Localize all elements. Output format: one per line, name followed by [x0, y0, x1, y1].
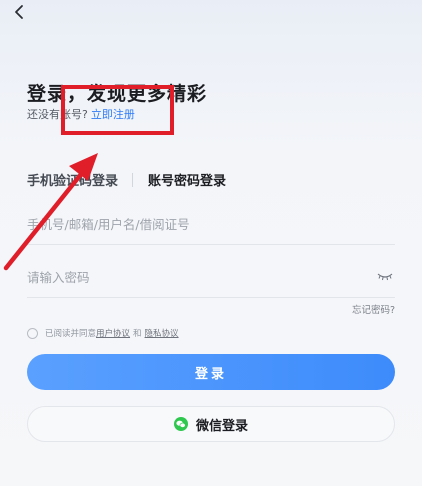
register-prompt-text: 还没有账号? — [27, 108, 88, 121]
account-input[interactable] — [27, 204, 395, 244]
register-prompt: 还没有账号? 立即注册 — [27, 106, 135, 122]
password-field — [27, 257, 395, 298]
agreement-radio[interactable] — [27, 327, 38, 339]
forgot-password-link[interactable]: 忘记密码? — [352, 302, 395, 316]
chevron-left-icon — [15, 5, 23, 19]
register-link[interactable]: 立即注册 — [91, 108, 135, 121]
eye-closed-icon[interactable] — [377, 270, 393, 282]
password-input[interactable] — [27, 257, 395, 297]
agreement-text: 已阅读并同意 — [45, 329, 97, 339]
tab-sms-login[interactable]: 手机验证码登录 — [27, 170, 118, 189]
privacy-policy-link[interactable]: 隐私协议 — [145, 327, 179, 339]
agreement-row: 已阅读并同意 用户协议 和 隐私协议 — [27, 327, 179, 339]
agreement-conjunction: 和 — [133, 329, 142, 339]
wechat-icon — [173, 417, 188, 431]
page-title: 登录，发现更多精彩 — [27, 83, 208, 105]
account-field — [27, 204, 395, 245]
wechat-login-label: 微信登录 — [195, 418, 248, 434]
login-tabs: 手机验证码登录 账号密码登录 — [27, 170, 226, 189]
wechat-login-button[interactable]: 微信登录 — [27, 406, 395, 442]
back-button[interactable] — [10, 2, 30, 22]
login-button[interactable]: 登录 — [27, 354, 395, 390]
tab-divider — [132, 172, 134, 187]
tab-password-login[interactable]: 账号密码登录 — [148, 170, 226, 189]
user-agreement-link[interactable]: 用户协议 — [96, 327, 130, 339]
